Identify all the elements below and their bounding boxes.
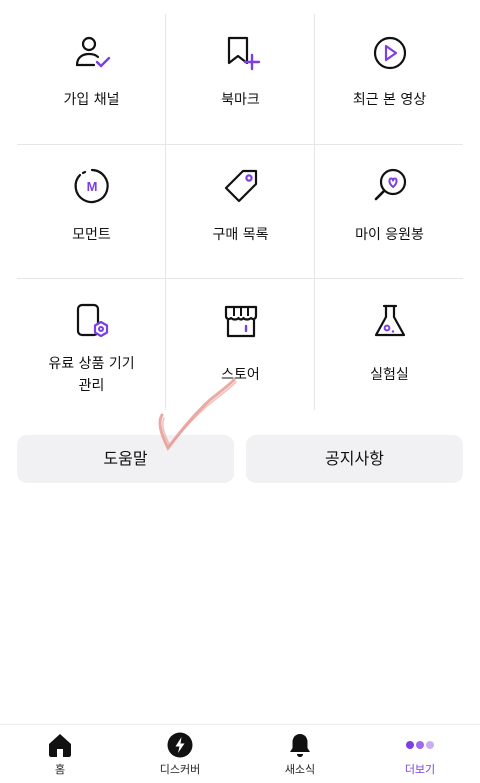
menu-item-purchases[interactable]: 구매 목록 bbox=[166, 166, 315, 246]
tab-more[interactable]: 더보기 bbox=[360, 725, 480, 783]
menu-item-label-line2: 관리 bbox=[78, 378, 105, 394]
menu-item-label: 마이 응원봉 bbox=[355, 227, 424, 243]
menu-item-moment[interactable]: M 모먼트 bbox=[17, 166, 166, 246]
lightstick-heart-icon bbox=[374, 168, 406, 201]
bottom-tab-bar: 홈 디스커버 새소식 더보기 bbox=[0, 724, 480, 783]
menu-item-paid-device-management[interactable]: 유료 상품 기기 관리 bbox=[17, 301, 166, 397]
lightning-icon bbox=[167, 732, 193, 758]
menu-item-label: 구매 목록 bbox=[212, 227, 269, 243]
menu-item-label: 스토어 bbox=[221, 367, 260, 383]
grid-divider bbox=[17, 144, 463, 145]
device-settings-icon bbox=[76, 303, 108, 338]
tab-label: 홈 bbox=[54, 763, 66, 776]
menu-item-store[interactable]: 스토어 bbox=[166, 301, 315, 386]
tab-discover[interactable]: 디스커버 bbox=[120, 725, 240, 783]
tab-home[interactable]: 홈 bbox=[0, 725, 120, 783]
home-icon bbox=[49, 734, 71, 757]
menu-item-label: 실험실 bbox=[370, 367, 409, 383]
menu-item-lab[interactable]: 실험실 bbox=[315, 301, 464, 386]
menu-grid: 가입 채널 북마크 최근 본 영상 M 모먼트 구매 목록 마이 응원봉 유료 … bbox=[17, 14, 463, 410]
moment-m-icon: M bbox=[74, 168, 109, 204]
play-circle-icon bbox=[373, 36, 406, 70]
bookmark-plus-icon bbox=[227, 36, 260, 71]
menu-item-recent-videos[interactable]: 최근 본 영상 bbox=[315, 33, 464, 111]
price-tag-icon bbox=[224, 169, 257, 203]
menu-item-label: 최근 본 영상 bbox=[352, 92, 427, 108]
menu-item-label: 북마크 bbox=[221, 92, 260, 108]
menu-item-label: 가입 채널 bbox=[63, 92, 120, 108]
svg-text:M: M bbox=[86, 179, 97, 194]
menu-item-label-line1: 유료 상품 기기 bbox=[48, 356, 135, 372]
menu-item-label: 모먼트 bbox=[72, 227, 111, 243]
notice-button[interactable]: 공지사항 bbox=[246, 435, 463, 483]
store-icon bbox=[224, 305, 257, 338]
user-check-icon bbox=[75, 36, 110, 68]
menu-item-joined-channels[interactable]: 가입 채널 bbox=[17, 33, 166, 111]
menu-item-bookmark[interactable]: 북마크 bbox=[166, 33, 315, 111]
tab-label: 새소식 bbox=[284, 763, 316, 776]
menu-item-my-lightstick[interactable]: 마이 응원봉 bbox=[315, 166, 464, 246]
more-dots-icon bbox=[406, 741, 434, 749]
help-button[interactable]: 도움말 bbox=[17, 435, 234, 483]
tab-news[interactable]: 새소식 bbox=[240, 725, 360, 783]
flask-icon bbox=[374, 304, 405, 337]
grid-divider bbox=[17, 278, 463, 279]
bell-icon bbox=[290, 734, 310, 757]
tab-label: 더보기 bbox=[404, 763, 436, 776]
tab-label: 디스커버 bbox=[159, 763, 201, 776]
